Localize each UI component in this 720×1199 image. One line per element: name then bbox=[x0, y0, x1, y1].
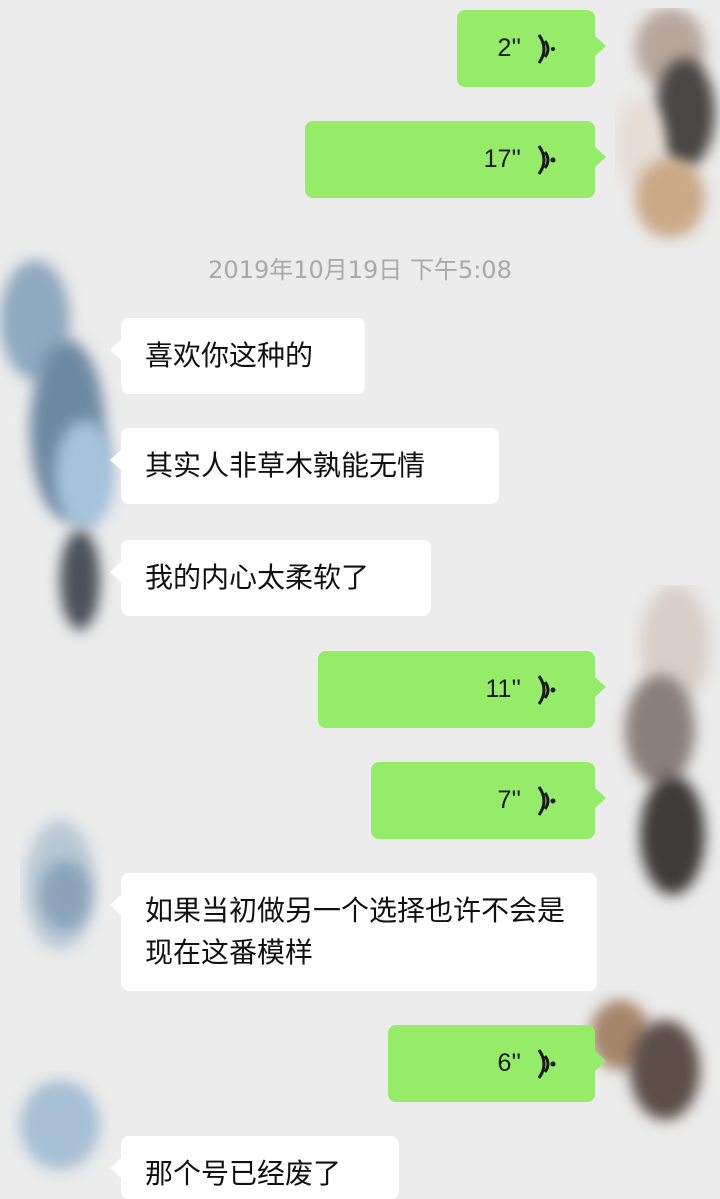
message-text: 喜欢你这种的 bbox=[145, 339, 314, 372]
voice-wave-icon bbox=[537, 145, 556, 175]
message-text: 那个号已经废了 bbox=[145, 1157, 342, 1190]
message-timestamp: 2019年10月19日 下午5:08 bbox=[208, 256, 512, 284]
voice-duration: 17'' bbox=[483, 145, 521, 173]
voice-wave-icon bbox=[537, 786, 556, 816]
voice-wave-icon bbox=[537, 675, 556, 705]
text-message-bubble[interactable]: 如果当初做另一个选择也许不会是现在这番模样 bbox=[110, 873, 597, 991]
message-text: 我的内心太柔软了 bbox=[145, 561, 370, 594]
voice-message-bubble[interactable]: 7'' bbox=[371, 762, 606, 839]
text-message-bubble[interactable]: 我的内心太柔软了 bbox=[110, 540, 431, 616]
self-avatar[interactable] bbox=[610, 585, 720, 915]
voice-message-bubble[interactable]: 11'' bbox=[318, 651, 606, 728]
voice-message-bubble[interactable]: 17'' bbox=[305, 121, 606, 198]
chat-area: 2'' 17'' 2019年10月19日 下午5:08 喜欢你这种的 其实人非草… bbox=[0, 0, 720, 1199]
contact-avatar[interactable] bbox=[20, 810, 110, 960]
voice-wave-icon bbox=[537, 34, 555, 64]
voice-wave-icon bbox=[537, 1049, 556, 1079]
voice-duration: 11'' bbox=[485, 675, 522, 703]
voice-duration: 6'' bbox=[497, 1049, 521, 1077]
text-message-bubble[interactable]: 其实人非草木孰能无情 bbox=[110, 428, 499, 504]
voice-message-bubble[interactable]: 2'' bbox=[457, 10, 606, 87]
voice-duration: 7'' bbox=[497, 786, 521, 814]
voice-message-bubble[interactable]: 6'' bbox=[388, 1025, 606, 1102]
text-message-bubble[interactable]: 喜欢你这种的 bbox=[110, 318, 365, 394]
message-text: 其实人非草木孰能无情 bbox=[145, 449, 426, 482]
message-text: 如果当初做另一个选择也许不会是现在这番模样 bbox=[145, 894, 566, 969]
text-message-bubble[interactable]: 那个号已经废了 bbox=[110, 1136, 399, 1199]
voice-duration: 2'' bbox=[497, 34, 521, 62]
self-avatar[interactable] bbox=[615, 8, 720, 248]
contact-avatar[interactable] bbox=[10, 1070, 110, 1199]
